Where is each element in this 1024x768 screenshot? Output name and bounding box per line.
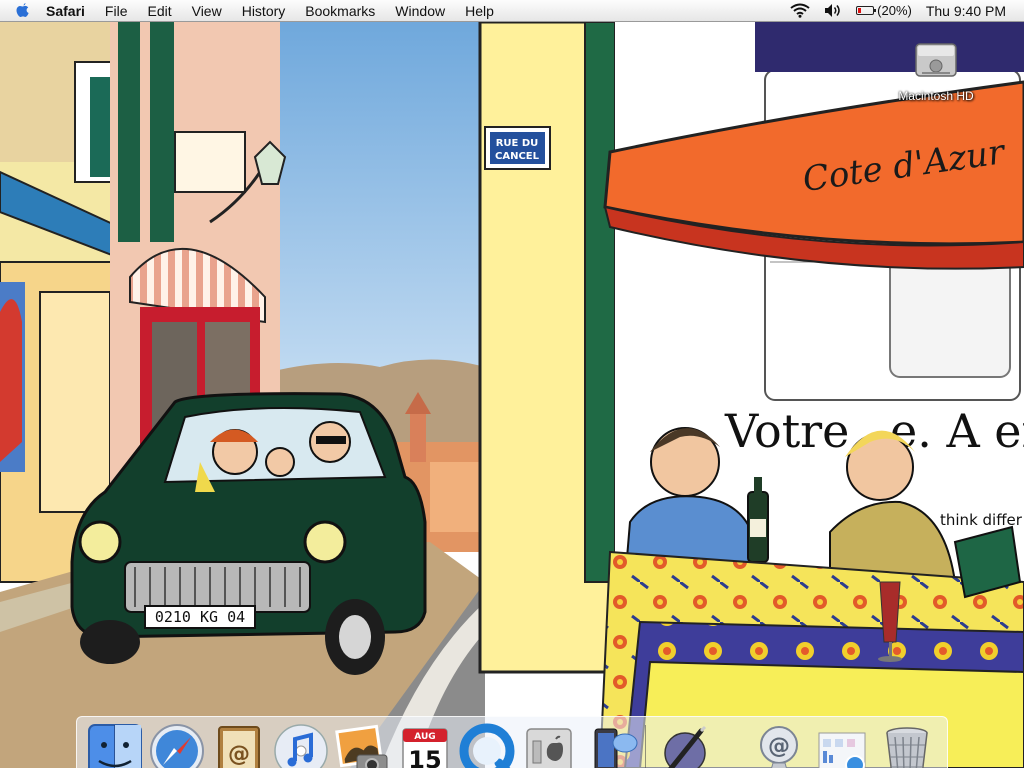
dock-separator (645, 725, 646, 768)
address-book-icon: @ (218, 726, 260, 768)
menu-view[interactable]: View (182, 0, 232, 22)
menubar-clock[interactable]: Thu 9:40 PM (926, 3, 1006, 19)
safari-icon (150, 724, 204, 768)
menu-edit[interactable]: Edit (137, 0, 181, 22)
ical-icon: AUG 15 (402, 728, 448, 768)
dock-item-iphoto[interactable] (333, 721, 393, 768)
hard-drive-icon (915, 43, 957, 77)
dock-item-quicktime[interactable] (457, 721, 517, 768)
finder-icon (88, 724, 142, 768)
dock-item-mail[interactable]: @ (749, 721, 809, 768)
battery-level-fill (858, 8, 862, 13)
itunes-icon (274, 724, 328, 768)
system-preferences-icon (526, 728, 572, 768)
dock-item-network-utility[interactable] (813, 721, 873, 768)
apple-logo-icon (16, 3, 29, 17)
apple-menu[interactable] (0, 2, 44, 19)
menu-app-safari[interactable]: Safari (44, 0, 95, 22)
wifi-icon[interactable] (790, 3, 810, 18)
dock-item-system-preferences[interactable] (519, 721, 579, 768)
desktop: 0210 KG 04 RUE DU CANCEL Cote d'Azur Vot… (0, 22, 1024, 768)
menu-window[interactable]: Window (385, 0, 455, 22)
menu-history[interactable]: History (232, 0, 296, 22)
license-plate-text: 0210 KG 04 (155, 608, 245, 626)
menu-help[interactable]: Help (455, 0, 504, 22)
street-sign-line1: RUE DU (496, 138, 539, 149)
battery-status[interactable]: (20%) (856, 3, 912, 18)
quicktime-icon (459, 723, 515, 768)
ical-day: 15 (408, 746, 441, 768)
dock-item-ichat[interactable] (581, 721, 641, 768)
svg-text:@: @ (768, 734, 790, 759)
dock-item-script-editor[interactable] (655, 721, 715, 768)
battery-percent: (20%) (877, 3, 912, 18)
iphoto-icon (335, 724, 388, 768)
dock-item-itunes[interactable] (271, 721, 331, 768)
network-icon (818, 732, 866, 768)
desktop-wallpaper: 0210 KG 04 RUE DU CANCEL Cote d'Azur Vot… (0, 22, 1024, 768)
dock: @ AUG 15 @ (76, 716, 948, 768)
volume-icon[interactable] (824, 3, 842, 18)
pen-icon (664, 725, 707, 768)
think-different-text: think differ (940, 511, 1023, 529)
macintosh-hd-label: Macintosh HD (898, 89, 974, 103)
svg-text:@: @ (228, 742, 250, 767)
street-sign-line2: CANCEL (495, 151, 540, 162)
battery-icon (856, 6, 877, 15)
menu-bookmarks[interactable]: Bookmarks (295, 0, 385, 22)
dock-item-trash[interactable] (877, 721, 937, 768)
ichat-icon (594, 728, 638, 768)
billboard-text: Votre (724, 404, 849, 458)
dock-item-address-book[interactable]: @ (209, 721, 269, 768)
dock-item-ical[interactable]: AUG 15 (395, 721, 455, 768)
ical-month: AUG (414, 732, 435, 742)
billboard-text-tail: e. A en (890, 404, 1024, 458)
menu-file[interactable]: File (95, 0, 138, 22)
dock-item-safari[interactable] (147, 721, 207, 768)
macintosh-hd-desktop-icon[interactable]: Macintosh HD (888, 36, 984, 105)
trash-icon (886, 727, 928, 768)
dock-item-finder[interactable] (85, 721, 145, 768)
mail-icon: @ (760, 726, 798, 768)
menu-bar: Safari File Edit View History Bookmarks … (0, 0, 1024, 22)
